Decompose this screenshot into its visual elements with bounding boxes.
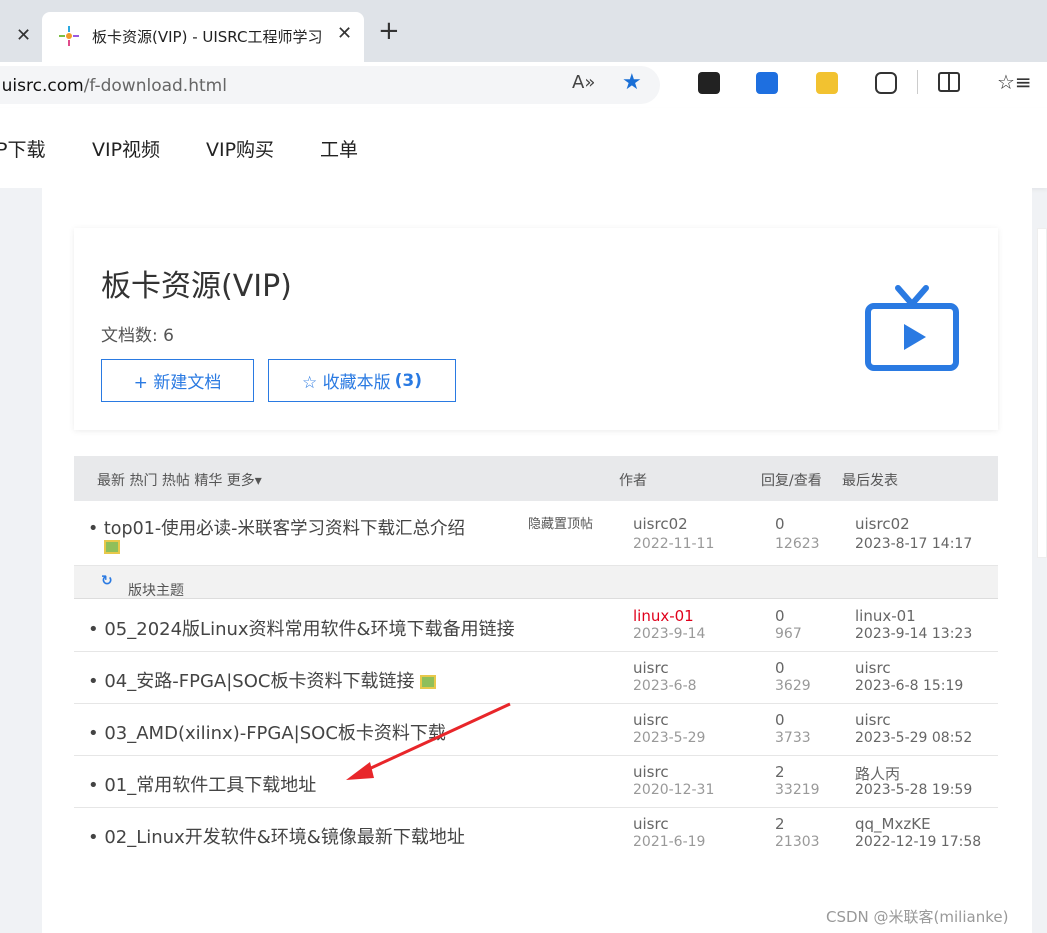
favorite-star-icon[interactable]: ★ [622, 70, 642, 95]
pinned-thread-row[interactable]: • top01-使用必读-米联客学习资料下载汇总介绍 隐藏置顶帖 uisrc02… [74, 501, 998, 566]
thread-row[interactable]: • 02_Linux开发软件&环境&镜像最新下载地址 uisrc 2021-6-… [74, 808, 998, 860]
reply-count: 0 [775, 515, 785, 533]
view-count: 21303 [775, 834, 820, 850]
browser-tab-active[interactable]: 板卡资源(VIP) - UISRC工程师学习 ✕ [42, 12, 364, 62]
left-gutter [0, 188, 42, 933]
last-post-date[interactable]: 2023-8-17 14:17 [855, 536, 972, 552]
last-post-date[interactable]: 2023-9-14 13:23 [855, 626, 972, 642]
last-post-user[interactable]: uisrc [855, 659, 891, 677]
section-label: 版块主题 ↻ [101, 573, 184, 599]
last-post-date[interactable]: 2023-6-8 15:19 [855, 678, 963, 694]
thread-author[interactable]: uisrc [633, 763, 669, 781]
image-attachment-icon [104, 540, 120, 554]
view-count: 967 [775, 626, 802, 642]
favorite-forum-button[interactable]: ☆ 收藏本版 (3) [268, 359, 456, 402]
last-post-date[interactable]: 2023-5-29 08:52 [855, 730, 972, 746]
url-field[interactable]: ww.uisrc.com/f-download.html [0, 66, 660, 104]
nav-item-vip-buy[interactable]: VIP购买 [206, 135, 274, 162]
thread-author[interactable]: uisrc02 [633, 515, 688, 533]
thread-date: 2023-9-14 [633, 626, 706, 642]
tv-icon [865, 285, 959, 371]
browser-tab-strip: ✕ 板卡资源(VIP) - UISRC工程师学习 ✕ + [0, 0, 1047, 62]
reply-count: 2 [775, 763, 785, 781]
site-favicon-icon [59, 26, 79, 46]
nav-item-vip-video[interactable]: VIP视频 [92, 135, 160, 162]
thread-date: 2021-6-19 [633, 834, 706, 850]
url-text: ww.uisrc.com/f-download.html [0, 76, 227, 96]
column-reply-view: 回复/查看 [761, 473, 822, 489]
thread-date: 2022-11-11 [633, 536, 715, 552]
last-post-user[interactable]: qq_MxzKE [855, 815, 931, 833]
thread-title[interactable]: • top01-使用必读-米联客学习资料下载汇总介绍 [88, 515, 465, 540]
view-count: 33219 [775, 782, 820, 798]
thread-row[interactable]: • 05_2024版Linux资料常用软件&环境下载备用链接 linux-01 … [74, 600, 998, 652]
new-tab-icon[interactable]: + [378, 18, 400, 44]
hide-pinned-link[interactable]: 隐藏置顶帖 [528, 513, 593, 532]
forum-header-card: 板卡资源(VIP) 文档数: 6 + 新建文档 ☆ 收藏本版 (3) [74, 228, 998, 430]
thread-row[interactable]: • 03_AMD(xilinx)-FPGA|SOC板卡资料下载 uisrc 20… [74, 704, 998, 756]
favorites-list-icon[interactable]: ☆≡ [997, 70, 1032, 94]
thread-title[interactable]: • 02_Linux开发软件&环境&镜像最新下载地址 [88, 823, 465, 849]
split-screen-icon[interactable] [938, 72, 960, 92]
new-document-button[interactable]: + 新建文档 [101, 359, 254, 402]
last-post-user[interactable]: uisrc02 [855, 515, 910, 533]
last-post-date[interactable]: 2023-5-28 19:59 [855, 782, 972, 798]
column-author: 作者 [619, 473, 647, 489]
view-count: 3733 [775, 730, 811, 746]
reply-count: 0 [775, 711, 785, 729]
toolbar-divider [917, 70, 918, 94]
last-post-user[interactable]: 路人丙 [855, 763, 900, 784]
thread-date: 2023-6-8 [633, 678, 697, 694]
thread-date: 2020-12-31 [633, 782, 715, 798]
thread-author[interactable]: linux-01 [633, 607, 694, 625]
extension-icon[interactable] [698, 72, 720, 94]
view-count: 12623 [775, 536, 820, 552]
reply-count: 2 [775, 815, 785, 833]
thread-date: 2023-5-29 [633, 730, 706, 746]
nav-item-ticket[interactable]: 工单 [320, 135, 358, 162]
column-last-post: 最后发表 [842, 473, 898, 489]
tab-close-icon[interactable]: ✕ [337, 23, 352, 44]
thread-title[interactable]: • 04_安路-FPGA|SOC板卡资料下载链接 [88, 667, 437, 693]
refresh-icon[interactable]: ↻ [101, 573, 113, 589]
right-sidebar [1037, 228, 1047, 558]
annotation-arrow-icon [346, 702, 511, 780]
thread-table-header: 最新 热门 热帖 精华 更多▾ 作者 回复/查看 最后发表 [74, 456, 998, 501]
thread-author[interactable]: uisrc [633, 815, 669, 833]
extension-icon[interactable] [816, 72, 838, 94]
extension-icon[interactable] [756, 72, 778, 94]
last-post-date[interactable]: 2022-12-19 17:58 [855, 834, 981, 850]
thread-author[interactable]: uisrc [633, 711, 669, 729]
tab-title: 板卡资源(VIP) - UISRC工程师学习 [92, 28, 323, 46]
nav-item-download[interactable]: P下载 [0, 135, 45, 162]
thread-author[interactable]: uisrc [633, 659, 669, 677]
thread-title[interactable]: • 05_2024版Linux资料常用软件&环境下载备用链接 [88, 615, 515, 641]
last-post-user[interactable]: linux-01 [855, 607, 916, 625]
forum-title: 板卡资源(VIP) [101, 269, 292, 304]
reply-count: 0 [775, 607, 785, 625]
read-aloud-icon[interactable]: A» [572, 72, 595, 93]
extensions-puzzle-icon[interactable] [875, 72, 897, 94]
thread-row[interactable]: • 04_安路-FPGA|SOC板卡资料下载链接 uisrc 2023-6-8 … [74, 652, 998, 704]
thread-filter-tabs[interactable]: 最新 热门 热帖 精华 更多▾ [97, 470, 262, 490]
site-nav: P下载 VIP视频 VIP购买 工单 [0, 108, 1047, 188]
section-topics-bar: 版块主题 ↻ [74, 566, 998, 599]
last-post-user[interactable]: uisrc [855, 711, 891, 729]
reply-count: 0 [775, 659, 785, 677]
watermark: CSDN @米联客(milianke) [826, 908, 1009, 926]
doc-count: 文档数: 6 [101, 326, 174, 346]
image-attachment-icon [420, 675, 437, 689]
close-icon[interactable]: ✕ [16, 25, 31, 46]
thread-title[interactable]: • 01_常用软件工具下载地址 [88, 771, 316, 797]
thread-row[interactable]: • 01_常用软件工具下载地址 uisrc 2020-12-31 2 33219… [74, 756, 998, 808]
view-count: 3629 [775, 678, 811, 694]
